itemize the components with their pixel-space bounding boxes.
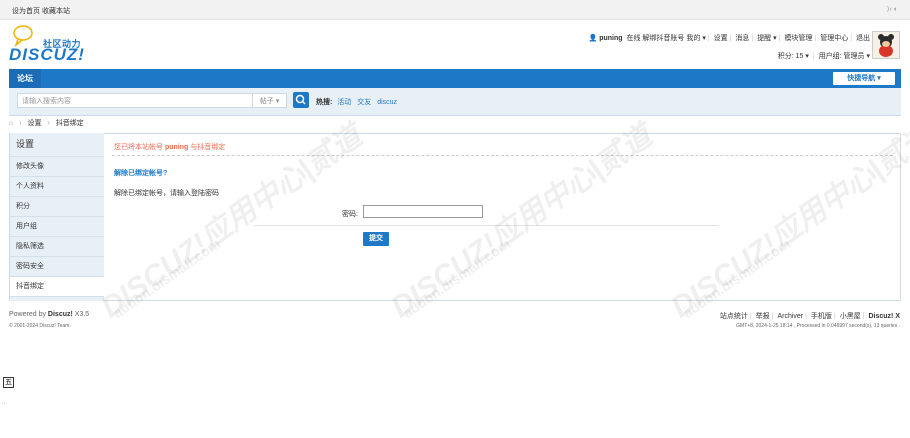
main-panel: 您已将本站帐号 puning 与抖音绑定 解除已绑定帐号? 解除已绑定帐号，请输… xyxy=(104,133,901,301)
divider: | xyxy=(729,35,732,42)
chevron-right-icon: › xyxy=(47,120,50,127)
logo-bubble-icon xyxy=(13,25,33,47)
logout-link[interactable]: 退出 xyxy=(856,35,870,42)
home-icon[interactable]: ⌂ xyxy=(9,120,13,127)
chevron-right-icon: › xyxy=(19,120,22,127)
ime-indicator[interactable]: 五 xyxy=(3,377,14,388)
points-menu[interactable]: 积分: 15 ▾ xyxy=(778,53,809,60)
settings-sidebar: 设置 修改头像 个人资料 积分 用户组 隐私筛选 密码安全 抖音绑定 xyxy=(9,133,105,301)
search-button[interactable] xyxy=(293,92,309,108)
search-bar: 请输入搜索内容 帖子 ▾ 热搜: 活动 交友 discuz xyxy=(9,88,901,116)
usergroup-menu[interactable]: 用户组: 管理员 ▾ xyxy=(819,53,870,60)
messages-link[interactable]: 消息 xyxy=(735,35,749,42)
sidebar-item-points[interactable]: 积分 xyxy=(10,197,105,217)
settings-link[interactable]: 设置 xyxy=(714,35,728,42)
submit-button[interactable]: 提交 xyxy=(363,232,389,246)
bind-notice: 您已将本站帐号 puning 与抖音绑定 xyxy=(114,142,225,152)
favorite-link[interactable]: 收藏本站 xyxy=(42,8,70,15)
footer-link-mobile[interactable]: 手机版 xyxy=(811,313,832,320)
nav-forum-tab[interactable]: 论坛 xyxy=(9,69,41,88)
logo-wordmark: DISCUZ! xyxy=(9,45,85,64)
sidebar-item-profile[interactable]: 个人资料 xyxy=(10,177,105,197)
notice-username: puning xyxy=(164,144,189,151)
divider: | xyxy=(833,313,836,320)
my-menu[interactable]: 我的 ▾ xyxy=(686,35,705,42)
hot-tag[interactable]: 活动 xyxy=(337,99,351,106)
copyright: © 2001-2024 Discuz! Team. xyxy=(9,323,71,329)
footer-links: 站点统计 | 举报 | Archiver | 手机版 | 小黑屋 | Discuz! X xyxy=(720,311,900,321)
sidebar-item-avatar[interactable]: 修改头像 xyxy=(10,157,105,177)
divider: | xyxy=(778,35,781,42)
powered-version: X3.5 xyxy=(74,311,90,318)
user-bar: 👤 puning 在线 解绑抖音账号 我的 ▾ | 设置 | 消息 | 提醒 ▾ | 模… xyxy=(587,33,870,61)
site-logo[interactable]: 社区动力 DISCUZ! xyxy=(9,25,89,64)
footer-link-report[interactable]: 举报 xyxy=(756,313,770,320)
divider: | xyxy=(749,313,752,320)
search-input[interactable]: 请输入搜索内容 xyxy=(17,93,253,108)
admin-center-link[interactable]: 管理中心 xyxy=(820,35,848,42)
unbind-title: 解除已绑定帐号? xyxy=(114,170,168,177)
top-bar: 设为首页 收藏本站 ⟩‹ ◐ xyxy=(0,0,910,20)
notifications-menu[interactable]: 提醒 ▾ xyxy=(757,35,776,42)
breadcrumb-current: 抖音绑定 xyxy=(55,120,84,127)
hot-search: 热搜: 活动 交友 discuz xyxy=(316,97,401,107)
quick-nav-button[interactable]: 快捷导航 ▾ xyxy=(833,72,895,85)
breadcrumb-settings[interactable]: 设置 xyxy=(27,120,41,127)
search-type-select[interactable]: 帖子 ▾ xyxy=(253,93,287,108)
divider: | xyxy=(850,35,853,42)
divider: | xyxy=(771,313,774,320)
user-icon: 👤 xyxy=(588,35,598,42)
unbind-description: 解除已绑定帐号，请输入登陆密码 xyxy=(114,190,219,197)
avatar-image xyxy=(878,34,894,57)
sidebar-item-usergroup[interactable]: 用户组 xyxy=(10,217,105,237)
footer-brand[interactable]: Discuz! X xyxy=(868,313,900,320)
unbind-douyin-link[interactable]: 解绑抖音账号 xyxy=(642,35,684,42)
powered-by: Powered by Discuz! X3.5 xyxy=(9,311,89,318)
divider: | xyxy=(812,53,815,60)
main-nav: 论坛 快捷导航 ▾ xyxy=(9,69,901,88)
powered-prefix: Powered by xyxy=(9,311,46,318)
notice-suffix: 与抖音绑定 xyxy=(190,144,226,151)
hot-search-label: 热搜: xyxy=(316,99,333,106)
online-status: 在线 xyxy=(626,35,641,42)
set-home-link[interactable]: 设为首页 xyxy=(12,8,40,15)
divider: | xyxy=(805,313,807,320)
footer-link-archiver[interactable]: Archiver xyxy=(777,313,803,320)
hot-tag[interactable]: discuz xyxy=(377,99,397,106)
processing-stats: GMT+8, 2024-1-25 18:14 , Processed in 0.… xyxy=(736,323,900,329)
powered-brand-link[interactable]: Discuz! xyxy=(48,311,73,318)
divider: | xyxy=(751,35,754,42)
divider: | xyxy=(862,313,865,320)
module-management-link[interactable]: 模块管理 xyxy=(784,35,812,42)
search-icon xyxy=(295,94,306,105)
top-links: 设为首页 收藏本站 xyxy=(12,6,70,16)
divider: | xyxy=(814,35,817,42)
notice-prefix: 您已将本站帐号 xyxy=(114,144,163,151)
password-label: 密码: xyxy=(342,211,358,218)
password-input[interactable] xyxy=(363,205,483,218)
divider: | xyxy=(707,35,710,42)
ime-label: ´´ xyxy=(2,403,6,409)
top-right-icons[interactable]: ⟩‹ ◐ xyxy=(887,5,898,13)
divider xyxy=(112,155,893,156)
sidebar-item-douyin[interactable]: 抖音绑定 xyxy=(10,277,105,297)
footer-link-stats[interactable]: 站点统计 xyxy=(720,313,748,320)
breadcrumb: ⌂ › 设置 › 抖音绑定 xyxy=(9,118,84,128)
sidebar-title: 设置 xyxy=(10,133,105,157)
hot-tag[interactable]: 交友 xyxy=(357,99,371,106)
divider xyxy=(254,225,719,226)
avatar[interactable] xyxy=(872,31,900,59)
username-link[interactable]: puning xyxy=(599,35,622,42)
sidebar-item-security[interactable]: 密码安全 xyxy=(10,257,105,277)
footer-link-blackroom[interactable]: 小黑屋 xyxy=(840,313,861,320)
sidebar-item-privacy[interactable]: 隐私筛选 xyxy=(10,237,105,257)
